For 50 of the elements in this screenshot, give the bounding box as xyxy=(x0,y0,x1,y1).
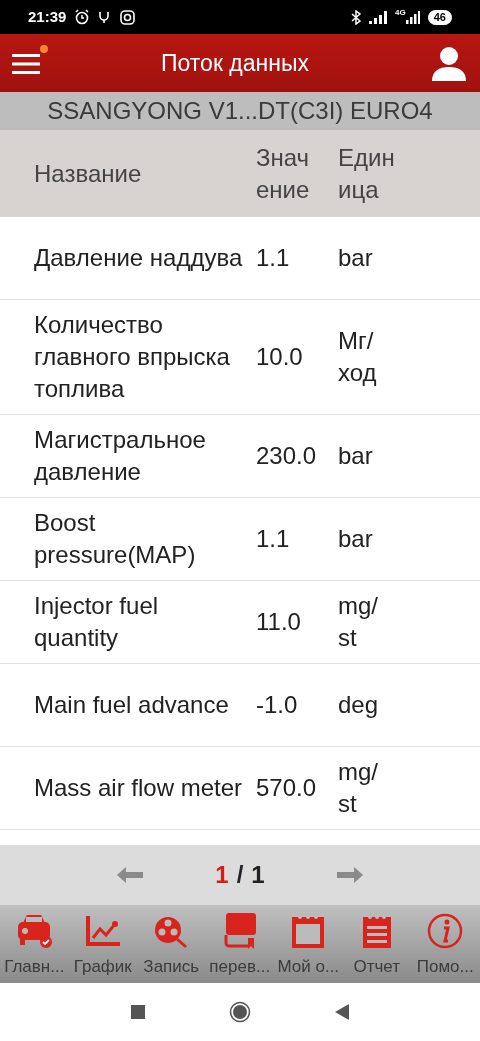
column-header: Значение xyxy=(255,142,311,205)
network-type: 4G xyxy=(395,7,406,19)
signal-icon xyxy=(405,10,420,24)
back-icon[interactable] xyxy=(335,1004,349,1020)
parameter-value: 1.1 xyxy=(255,243,291,273)
signal-icon xyxy=(369,10,388,24)
column-header: Название xyxy=(33,158,143,189)
tab-button[interactable]: Помо... xyxy=(411,905,480,983)
home-icon[interactable] xyxy=(229,1001,251,1023)
tab-button[interactable]: Запись xyxy=(137,905,206,983)
user-icon[interactable] xyxy=(430,44,468,82)
alarm-icon xyxy=(74,9,91,25)
status-time: 21:39 xyxy=(28,6,67,27)
next-arrow-icon[interactable] xyxy=(336,867,363,883)
camera-icon xyxy=(120,9,136,25)
parameter-unit: mg/st xyxy=(338,591,379,653)
parameter-name: Магистральное давление xyxy=(33,425,207,487)
parameter-name: Boost pressure(MAP) xyxy=(33,508,197,570)
tab-button[interactable]: Главн... xyxy=(0,905,69,983)
parameter-name: Injector fuel quantity xyxy=(33,591,160,653)
menu-icon[interactable] xyxy=(12,52,40,75)
parameter-value: 1.1 xyxy=(255,524,291,554)
screen-title: Поток данных xyxy=(160,48,310,78)
vehicle-name: SSANGYONG V1...DT(C3I) EURO4 xyxy=(47,96,433,126)
parameter-value: -1.0 xyxy=(255,690,299,720)
parameter-name: Давление наддува xyxy=(33,243,244,273)
parameter-unit: bar xyxy=(338,524,374,554)
column-header: Единица xyxy=(338,142,396,205)
page-separator: / xyxy=(236,860,244,890)
parameter-name: Main fuel advance xyxy=(33,690,230,720)
battery-indicator: 46 xyxy=(427,9,452,25)
previous-arrow-icon[interactable] xyxy=(117,867,144,883)
total-pages: 1 xyxy=(251,860,265,890)
parameter-value: 10.0 xyxy=(255,342,304,372)
parameter-value: 570.0 xyxy=(255,773,318,803)
parameter-value: 230.0 xyxy=(255,441,318,471)
parameter-unit: deg xyxy=(338,690,380,720)
parameter-name: Количество главного впрыска топлива xyxy=(33,310,231,404)
current-page: 1 xyxy=(215,860,229,890)
parameter-unit: bar xyxy=(338,243,374,273)
tab-button[interactable]: Мой о... xyxy=(274,905,343,983)
tab-button[interactable]: перев... xyxy=(205,905,274,983)
tab-button[interactable]: График xyxy=(68,905,137,983)
parameter-unit: mg/st xyxy=(338,757,379,819)
parameter-name: Mass air flow meter xyxy=(33,773,244,803)
parameter-value: 11.0 xyxy=(255,607,302,637)
tab-button[interactable]: Отчет xyxy=(342,905,411,983)
parameter-unit: Мг/ход xyxy=(338,326,378,388)
bluetooth-icon xyxy=(351,9,362,25)
parameter-unit: bar xyxy=(338,441,374,471)
